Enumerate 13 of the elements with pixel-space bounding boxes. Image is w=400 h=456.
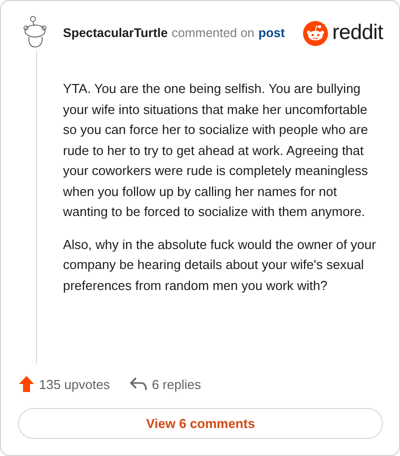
author-name[interactable]: SpectacularTurtle (63, 26, 168, 40)
reply-count: 6 replies (152, 376, 201, 392)
brand-name: reddit (332, 21, 383, 45)
upvote-count: 135 upvotes (39, 376, 110, 392)
post-link[interactable]: post (258, 26, 285, 40)
comment-paragraph: YTA. You are the one being selfish. You are bullying your wife into situations that make her uncomfortable so you can force her to socialize with people who are rude to her to try to get ahead at work. Agreeing that your coworkers were rude is completely meaningless when you follow up by calling her names for not wanting to be forced to socialize with them anymore. (63, 80, 369, 221)
upvote-arrow-icon[interactable] (19, 376, 34, 392)
view-comments-button[interactable]: View 6 comments (18, 408, 383, 439)
reply-arrow-icon[interactable] (130, 377, 147, 391)
alien-logo-icon (303, 20, 328, 46)
avatar-icon (23, 15, 49, 49)
comment-paragraph: Also, why in the absolute fuck would the owner of your company be hearing details about your wife's sexual preferences from random men you work with? (63, 236, 377, 295)
action-text: commented on (172, 26, 254, 40)
